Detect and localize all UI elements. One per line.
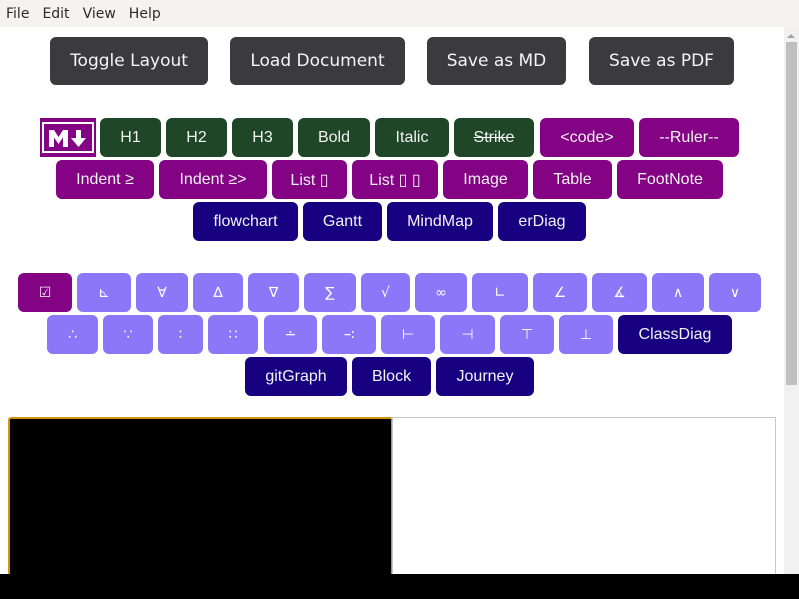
scroll-up-arrow-icon[interactable] — [787, 34, 795, 38]
symbol-dot-minus-button[interactable]: ∸ — [264, 315, 317, 354]
gantt-button[interactable]: Gantt — [303, 202, 382, 241]
menu-file[interactable]: File — [6, 6, 29, 22]
symbol-right-angle-button[interactable]: ∟ — [472, 273, 528, 312]
symbol-infinity-button[interactable]: ∞ — [415, 273, 467, 312]
symbol-and-button[interactable]: ∧ — [652, 273, 704, 312]
h2-button[interactable]: H2 — [166, 118, 227, 157]
h1-button[interactable]: H1 — [100, 118, 161, 157]
image-button[interactable]: Image — [443, 160, 528, 199]
code-button[interactable]: <code> — [540, 118, 634, 157]
symbol-right-tack-button[interactable]: ⊢ — [381, 315, 435, 354]
markdown-logo-icon — [40, 118, 96, 157]
symbol-sum-button[interactable]: ∑ — [304, 273, 356, 312]
markdown-preview — [392, 417, 776, 574]
symbol-nabla-button[interactable]: ∇ — [248, 273, 299, 312]
erdiag-button[interactable]: erDiag — [498, 202, 586, 241]
footnote-button[interactable]: FootNote — [617, 160, 723, 199]
page-viewport: Toggle Layout Load Document Save as MD S… — [0, 27, 799, 574]
main-toolbar: Toggle Layout Load Document Save as MD S… — [0, 37, 784, 85]
load-document-button[interactable]: Load Document — [230, 37, 405, 85]
block-button[interactable]: Block — [352, 357, 431, 396]
indent-button[interactable]: Indent ≥ — [56, 160, 154, 199]
symbol-forall-button[interactable]: ∀ — [136, 273, 188, 312]
menu-help[interactable]: Help — [129, 6, 161, 22]
checkbox-symbol-button[interactable]: ☑ — [18, 273, 72, 312]
mindmap-button[interactable]: MindMap — [387, 202, 493, 241]
flowchart-button[interactable]: flowchart — [193, 202, 298, 241]
menu-edit[interactable]: Edit — [42, 6, 69, 22]
menu-view[interactable]: View — [83, 6, 116, 22]
markdown-mark-icon — [49, 129, 86, 147]
symbol-or-button[interactable]: ∨ — [709, 273, 761, 312]
symbol-ratio-button[interactable]: ∶ — [158, 315, 203, 354]
toggle-layout-button[interactable]: Toggle Layout — [50, 37, 208, 85]
journey-button[interactable]: Journey — [436, 357, 534, 396]
symbol-right-triangle-button[interactable]: ⊾ — [77, 273, 131, 312]
strike-button[interactable]: Strike — [454, 118, 534, 157]
markdown-editor[interactable] — [8, 417, 393, 574]
classdiag-button[interactable]: ClassDiag — [618, 315, 732, 354]
indent-double-button[interactable]: Indent ≥> — [159, 160, 267, 199]
ruler-button[interactable]: --Ruler-- — [639, 118, 739, 157]
bold-button[interactable]: Bold — [298, 118, 370, 157]
table-button[interactable]: Table — [533, 160, 612, 199]
list-nested-button[interactable]: List ▯ ▯ — [352, 160, 438, 199]
symbol-angle-button[interactable]: ∠ — [533, 273, 587, 312]
scrollbar-thumb[interactable] — [786, 42, 797, 385]
menu-bar: File Edit View Help — [0, 0, 799, 27]
save-md-button[interactable]: Save as MD — [427, 37, 566, 85]
h3-button[interactable]: H3 — [232, 118, 293, 157]
symbol-excess-button[interactable]: ∹ — [322, 315, 376, 354]
symbol-increment-button[interactable]: ∆ — [193, 273, 243, 312]
symbol-sqrt-button[interactable]: √ — [361, 273, 410, 312]
symbol-measured-angle-button[interactable]: ∡ — [592, 273, 647, 312]
symbol-up-tack-button[interactable]: ⊥ — [559, 315, 613, 354]
symbol-because-button[interactable]: ∵ — [103, 315, 153, 354]
save-pdf-button[interactable]: Save as PDF — [589, 37, 734, 85]
list-button[interactable]: List ▯ — [272, 160, 347, 199]
symbol-therefore-button[interactable]: ∴ — [47, 315, 98, 354]
symbol-left-tack-button[interactable]: ⊣ — [440, 315, 495, 354]
vertical-scrollbar[interactable] — [784, 27, 799, 574]
symbol-proportion-button[interactable]: ∷ — [208, 315, 258, 354]
gitgraph-button[interactable]: gitGraph — [245, 357, 347, 396]
symbol-down-tack-button[interactable]: ⊤ — [500, 315, 554, 354]
bottom-bar — [0, 574, 799, 599]
italic-button[interactable]: Italic — [375, 118, 449, 157]
